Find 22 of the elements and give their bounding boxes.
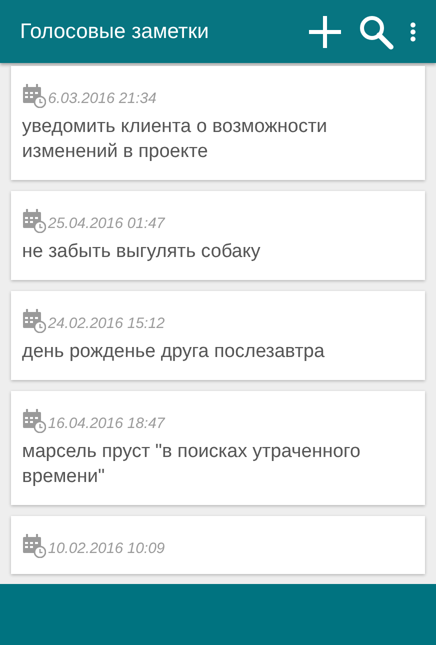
note-date: 25.04.2016 01:47: [48, 215, 165, 233]
calendar-clock-icon: [22, 84, 46, 108]
note-text: уведомить клиента о возможности изменений в проекте: [22, 115, 328, 164]
app-title: Голосовые заметки: [20, 20, 209, 44]
note-date: 10.02.2016 10:09: [48, 540, 165, 558]
note-date: 6.03.2016 21:34: [48, 90, 156, 108]
more-options-icon[interactable]: [410, 22, 416, 42]
note-date: 24.02.2016 15:12: [48, 315, 165, 333]
note-card[interactable]: 25.04.2016 01:47 не забыть выгулять собаку: [11, 191, 425, 280]
calendar-clock-icon: [22, 309, 46, 333]
note-date: 16.04.2016 18:47: [48, 415, 165, 433]
note-text: не забыть выгулять собаку: [22, 240, 262, 264]
search-icon[interactable]: [358, 14, 394, 50]
calendar-clock-icon: [22, 209, 46, 233]
add-icon[interactable]: [308, 14, 342, 48]
calendar-clock-icon: [22, 409, 46, 433]
note-text: день рожденье друга послезавтра: [22, 340, 326, 364]
calendar-clock-icon: [22, 534, 46, 558]
note-card[interactable]: 6.03.2016 21:34 уведомить клиента о возможности изменений в проекте: [11, 66, 425, 180]
note-card[interactable]: 24.02.2016 15:12 день рожденье друга послезавтра: [11, 291, 425, 380]
note-text: марсель пруст "в поисках утраченного времени": [22, 440, 362, 489]
note-card[interactable]: 16.04.2016 18:47 марсель пруст "в поисках утраченного времени": [11, 391, 425, 505]
